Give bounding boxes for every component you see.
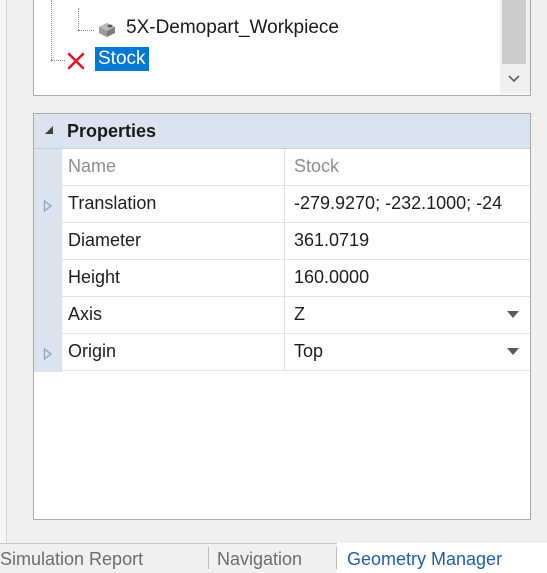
property-grid-gutter xyxy=(34,149,62,372)
expand-triangle-icon[interactable] xyxy=(43,200,53,212)
tab-geometry-manager[interactable]: Geometry Manager xyxy=(347,549,502,570)
tree-item-workpiece[interactable]: 5X-Demopart_Workpiece xyxy=(126,17,339,39)
property-label: Name xyxy=(68,156,117,176)
tab-separator xyxy=(208,547,209,569)
collapse-triangle-icon[interactable] xyxy=(44,125,54,135)
property-label: Axis xyxy=(68,304,103,324)
tree-connector-line xyxy=(51,60,65,61)
tree-item-stock[interactable]: Stock xyxy=(95,47,149,71)
tree-connector-line xyxy=(51,0,52,60)
property-row-diameter[interactable]: Diameter 361.0719 xyxy=(62,223,530,260)
property-value-axis[interactable]: Z xyxy=(294,304,530,325)
property-label: Height xyxy=(68,267,121,287)
column-divider xyxy=(284,260,285,297)
property-value-origin[interactable]: Top xyxy=(294,341,530,362)
column-divider xyxy=(284,223,285,260)
tab-simulation-report[interactable]: Simulation Report xyxy=(0,549,143,570)
left-gutter xyxy=(0,0,7,543)
red-x-icon xyxy=(67,52,85,70)
property-row-axis[interactable]: Axis Z xyxy=(62,297,530,334)
property-row-height[interactable]: Height 160.0000 xyxy=(62,260,530,297)
column-divider xyxy=(284,186,285,223)
tree-connector-line xyxy=(78,30,94,31)
property-value-translation[interactable]: -279.9270; -232.1000; -24 xyxy=(294,193,530,214)
chevron-down-icon xyxy=(508,75,520,83)
tab-separator xyxy=(336,547,337,569)
workpiece-solid-icon xyxy=(99,23,115,37)
expand-triangle-icon[interactable] xyxy=(43,348,53,360)
property-value-name: Stock xyxy=(294,156,340,176)
property-value-height[interactable]: 160.0000 xyxy=(294,267,530,288)
column-divider xyxy=(284,297,285,334)
tree-connector-line xyxy=(78,8,79,30)
property-label: Diameter xyxy=(68,230,142,250)
properties-category-label: Properties xyxy=(67,121,157,141)
property-row-name: Name Stock xyxy=(62,149,530,186)
property-row-translation[interactable]: Translation -279.9270; -232.1000; -24 xyxy=(62,186,530,223)
dropdown-arrow-icon[interactable] xyxy=(507,348,519,356)
property-value-diameter[interactable]: 361.0719 xyxy=(294,230,530,251)
column-divider xyxy=(284,334,285,371)
tab-navigation[interactable]: Navigation xyxy=(217,549,302,570)
property-label: Origin xyxy=(68,341,117,361)
property-label: Translation xyxy=(68,193,157,213)
scroll-down-button[interactable] xyxy=(502,68,526,90)
column-divider xyxy=(284,149,285,186)
property-row-origin[interactable]: Origin Top xyxy=(62,334,530,371)
tree-scroll-thumb[interactable] xyxy=(502,0,526,64)
dropdown-arrow-icon[interactable] xyxy=(507,311,519,319)
